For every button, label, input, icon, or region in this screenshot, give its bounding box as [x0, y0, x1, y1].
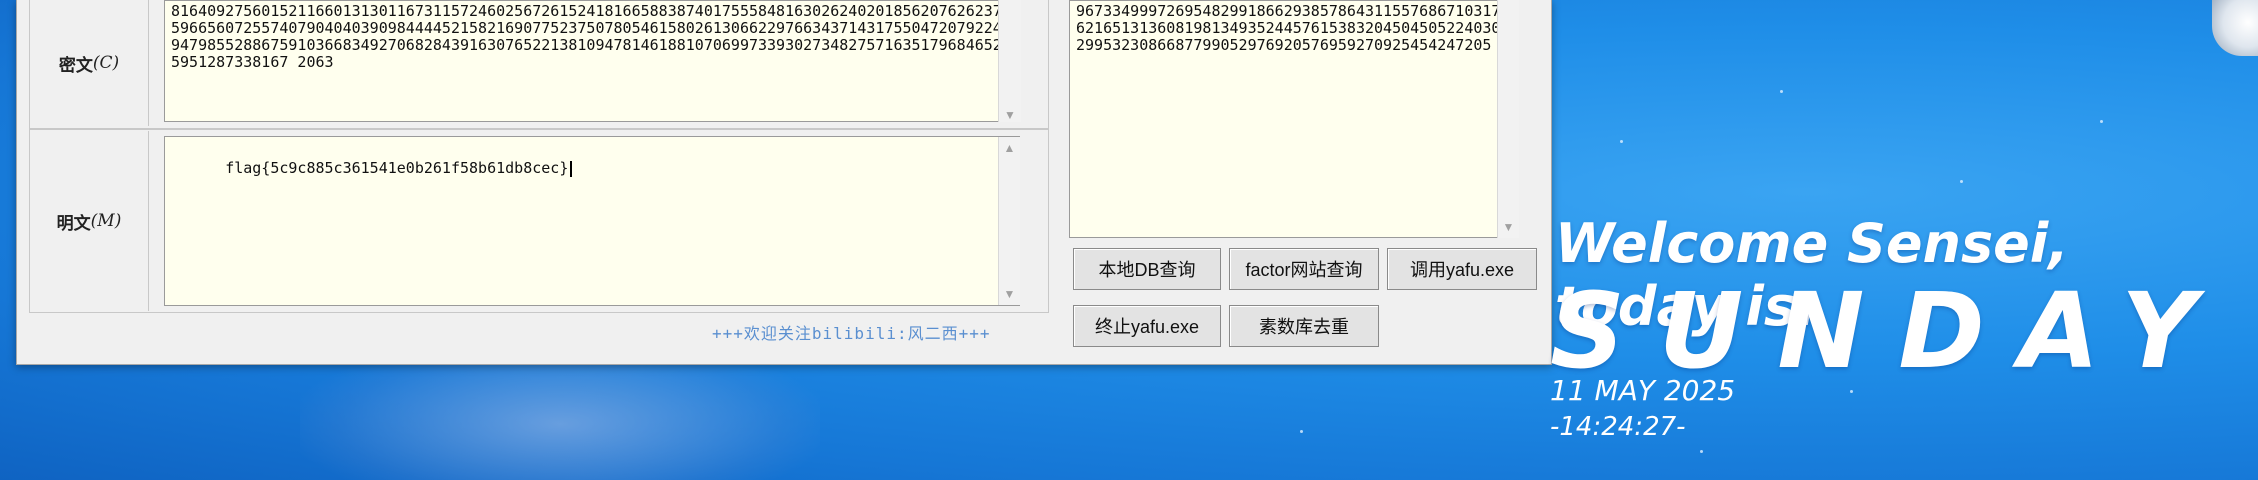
star-sparkle [2100, 120, 2103, 123]
plaintext-value: flag{5c9c885c361541e0b261f58b61db8cec} [225, 159, 569, 177]
ciphertext-textarea[interactable]: 8164092756015211660131301167311572460256… [164, 0, 1020, 122]
scroll-up-arrow-icon[interactable]: ▲ [1004, 141, 1016, 155]
input-panel: 密文 (C) 8164092756015211660131301167311572… [29, 0, 1049, 313]
star-sparkle [1700, 450, 1703, 453]
star-sparkle [1960, 180, 1963, 183]
time-text: -14:24:27- [1550, 412, 1686, 442]
scroll-down-arrow-icon[interactable]: ▼ [1004, 287, 1016, 301]
dedupe-prime-db-button[interactable]: 素数库去重 [1229, 305, 1379, 347]
text-caret [570, 160, 573, 177]
factor-web-query-button[interactable]: factor网站查询 [1229, 248, 1379, 290]
call-yafu-button[interactable]: 调用yafu.exe [1387, 248, 1537, 290]
ciphertext-label: 密文 (C) [30, 0, 149, 126]
factor-panel: 9673349997269548299186629385786431155768… [1057, 0, 1549, 364]
star-sparkle [1620, 140, 1623, 143]
ciphertext-scrollbar[interactable]: ▼ [998, 0, 1021, 122]
date-text: 11 MAY 2025 [1550, 374, 1736, 407]
scroll-down-arrow-icon[interactable]: ▼ [1004, 108, 1016, 122]
stop-yafu-button[interactable]: 终止yafu.exe [1073, 305, 1221, 347]
row-divider [30, 128, 1048, 130]
factors-scrollbar[interactable]: ▼ [1497, 0, 1519, 238]
plaintext-scrollbar[interactable]: ▲ ▼ [998, 137, 1020, 305]
rsa-tool-window: 密文 (C) 8164092756015211660131301167311572… [16, 0, 1552, 365]
star-sparkle [1780, 90, 1783, 93]
local-db-query-button[interactable]: 本地DB查询 [1073, 248, 1221, 290]
star-sparkle [1300, 430, 1303, 433]
plaintext-textarea[interactable]: flag{5c9c885c361541e0b261f58b61db8cec} [164, 136, 1020, 306]
plaintext-label: 明文 (M) [30, 131, 149, 311]
footer-credit: +++欢迎关注bilibili:风二西+++ [712, 324, 991, 343]
scroll-down-arrow-icon[interactable]: ▼ [1503, 220, 1515, 234]
factors-textarea[interactable]: 9673349997269548299186629385786431155768… [1069, 0, 1519, 238]
desktop-avatar-widget [2212, 0, 2258, 56]
